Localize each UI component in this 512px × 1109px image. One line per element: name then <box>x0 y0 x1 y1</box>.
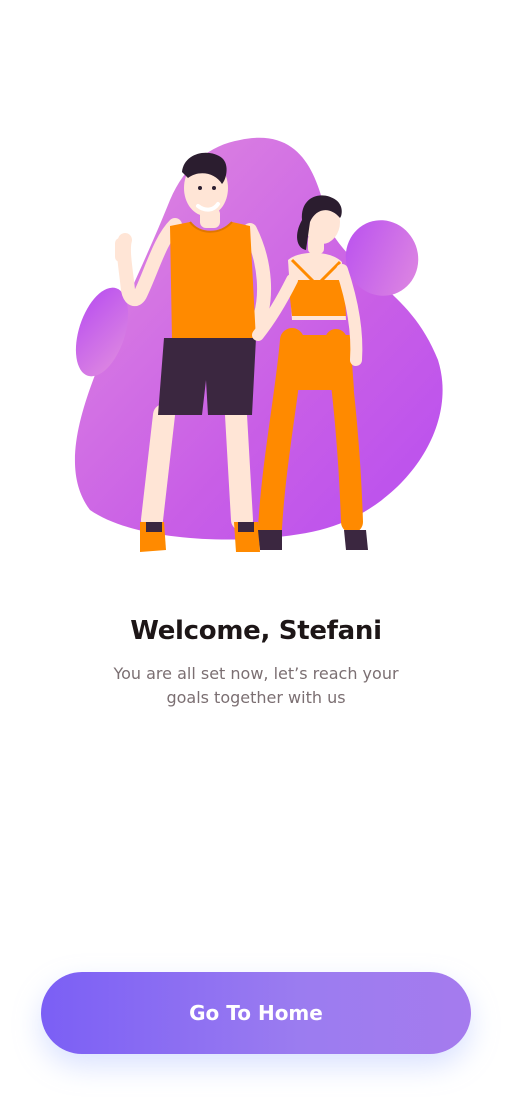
welcome-title: Welcome, Stefani <box>130 616 382 646</box>
welcome-subtitle: You are all set now, let’s reach your go… <box>113 664 399 707</box>
welcome-screen: Welcome, Stefani You are all set now, le… <box>0 0 512 1109</box>
couple-fitness-illustration <box>60 130 460 560</box>
go-to-home-button[interactable]: Go To Home <box>41 972 471 1054</box>
